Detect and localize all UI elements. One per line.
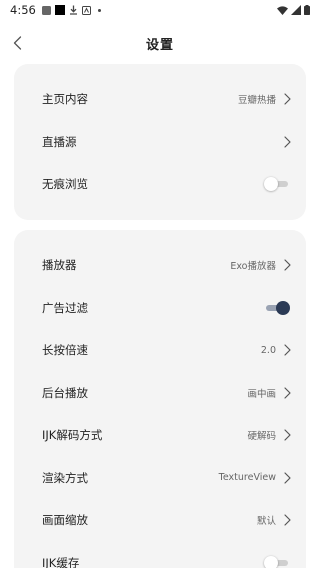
setting-row-background-play[interactable]: 后台播放 画中画 — [14, 372, 306, 415]
setting-value: 豆瓣热播 — [237, 95, 276, 107]
signal-icon — [291, 5, 301, 15]
status-icons-right — [277, 5, 310, 15]
setting-label: 无痕浏览 — [42, 177, 88, 192]
setting-value: 画中画 — [247, 388, 276, 400]
setting-value: 2.0 — [260, 344, 276, 356]
chevron-right-icon — [284, 429, 291, 441]
settings-card-player: 播放器 Exo播放器 广告过滤 长按倍速 2.0 后台播放 画中画 IJK解码方… — [14, 230, 306, 568]
chevron-right-icon — [284, 387, 291, 399]
chevron-left-icon — [13, 36, 21, 50]
setting-label: 广告过滤 — [42, 300, 88, 315]
toggle-knob — [264, 555, 278, 568]
setting-label: IJK缓存 — [42, 555, 80, 568]
chevron-right-icon — [284, 514, 291, 526]
notification-black-icon — [54, 5, 65, 15]
setting-right: 豆瓣热播 — [238, 92, 292, 106]
setting-label: 直播源 — [42, 134, 77, 149]
status-icons-left — [41, 5, 101, 15]
status-bar: 4:56 — [0, 0, 320, 20]
setting-row-render-mode[interactable]: 渲染方式 TextureView — [14, 457, 306, 500]
setting-right: 默认 — [257, 513, 292, 527]
setting-row-player[interactable]: 播放器 Exo播放器 — [14, 244, 306, 287]
dot-icon — [97, 8, 101, 12]
setting-right: 画中画 — [247, 386, 292, 400]
setting-right — [282, 136, 292, 148]
toggle-knob — [276, 300, 290, 315]
app-icon — [81, 5, 91, 15]
setting-label: 渲染方式 — [42, 470, 88, 485]
setting-row-picture-scale[interactable]: 画面缩放 默认 — [14, 499, 306, 542]
setting-value: 默认 — [256, 516, 276, 528]
incognito-toggle[interactable] — [264, 177, 288, 192]
chevron-right-icon — [284, 136, 291, 148]
setting-row-homepage-content[interactable]: 主页内容 豆瓣热播 — [14, 78, 306, 121]
setting-value: 硬解码 — [247, 431, 276, 443]
status-time: 4:56 — [10, 3, 36, 17]
download-icon — [69, 5, 77, 15]
setting-value: Exo播放器 — [230, 261, 276, 273]
setting-row-live-source[interactable]: 直播源 — [14, 121, 306, 164]
setting-label: 画面缩放 — [42, 513, 88, 528]
battery-icon — [304, 5, 310, 15]
settings-card-general: 主页内容 豆瓣热播 直播源 无痕浏览 — [14, 64, 306, 220]
page-title: 设置 — [145, 37, 174, 53]
setting-right — [264, 177, 292, 192]
setting-right: 硬解码 — [247, 428, 292, 442]
setting-right — [266, 300, 292, 315]
chevron-right-icon — [284, 344, 291, 356]
toggle-knob — [264, 177, 278, 192]
setting-row-ijk-decode[interactable]: IJK解码方式 硬解码 — [14, 414, 306, 457]
ad-filter-toggle[interactable] — [266, 300, 290, 315]
setting-right — [264, 555, 292, 568]
setting-label: 长按倍速 — [42, 343, 88, 358]
chevron-right-icon — [284, 259, 291, 271]
setting-row-incognito: 无痕浏览 — [14, 163, 306, 206]
chevron-right-icon — [284, 93, 291, 105]
setting-right: TextureView — [219, 472, 292, 484]
ijk-cache-toggle[interactable] — [264, 555, 288, 568]
setting-right: 2.0 — [261, 344, 292, 356]
notification-gray-icon — [41, 5, 51, 15]
setting-label: 后台播放 — [42, 385, 88, 400]
setting-label: 播放器 — [42, 258, 77, 273]
wifi-icon — [277, 5, 288, 15]
setting-label: IJK解码方式 — [42, 428, 103, 443]
setting-label: 主页内容 — [42, 92, 88, 107]
back-button[interactable] — [6, 32, 28, 54]
setting-row-long-press-speed[interactable]: 长按倍速 2.0 — [14, 329, 306, 372]
setting-row-ijk-cache: IJK缓存 — [14, 542, 306, 568]
chevron-right-icon — [284, 472, 291, 484]
setting-right: Exo播放器 — [230, 258, 292, 272]
setting-value: TextureView — [218, 472, 276, 484]
setting-row-ad-filter: 广告过滤 — [14, 287, 306, 330]
header: 设置 — [0, 28, 320, 58]
